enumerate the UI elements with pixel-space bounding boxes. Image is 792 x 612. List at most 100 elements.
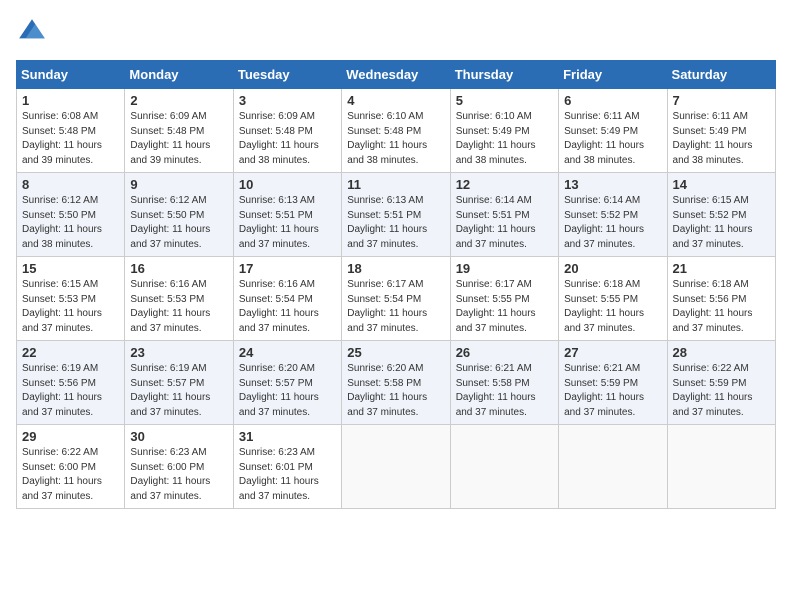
day-info: Sunrise: 6:21 AM Sunset: 5:59 PM Dayligh… [564, 362, 661, 420]
day-info: Sunrise: 6:15 AM Sunset: 5:52 PM Dayligh… [673, 194, 770, 252]
week-row-4: 22 Sunrise: 6:19 AM Sunset: 5:56 PM Dayl… [17, 341, 776, 425]
day-info: Sunrise: 6:17 AM Sunset: 5:54 PM Dayligh… [347, 278, 444, 336]
day-info: Sunrise: 6:10 AM Sunset: 5:49 PM Dayligh… [456, 110, 553, 168]
page-header [16, 16, 776, 48]
day-info: Sunrise: 6:14 AM Sunset: 5:51 PM Dayligh… [456, 194, 553, 252]
calendar-cell: 23 Sunrise: 6:19 AM Sunset: 5:57 PM Dayl… [125, 341, 233, 425]
col-monday: Monday [125, 61, 233, 89]
calendar-cell: 5 Sunrise: 6:10 AM Sunset: 5:49 PM Dayli… [450, 89, 558, 173]
day-number: 2 [130, 93, 227, 108]
week-row-3: 15 Sunrise: 6:15 AM Sunset: 5:53 PM Dayl… [17, 257, 776, 341]
calendar-table: Sunday Monday Tuesday Wednesday Thursday… [16, 60, 776, 509]
calendar-cell: 11 Sunrise: 6:13 AM Sunset: 5:51 PM Dayl… [342, 173, 450, 257]
day-info: Sunrise: 6:21 AM Sunset: 5:58 PM Dayligh… [456, 362, 553, 420]
week-row-1: 1 Sunrise: 6:08 AM Sunset: 5:48 PM Dayli… [17, 89, 776, 173]
day-number: 11 [347, 177, 444, 192]
calendar-cell: 17 Sunrise: 6:16 AM Sunset: 5:54 PM Dayl… [233, 257, 341, 341]
calendar-cell: 8 Sunrise: 6:12 AM Sunset: 5:50 PM Dayli… [17, 173, 125, 257]
day-number: 1 [22, 93, 119, 108]
day-info: Sunrise: 6:15 AM Sunset: 5:53 PM Dayligh… [22, 278, 119, 336]
day-number: 20 [564, 261, 661, 276]
day-number: 12 [456, 177, 553, 192]
calendar-cell: 4 Sunrise: 6:10 AM Sunset: 5:48 PM Dayli… [342, 89, 450, 173]
day-info: Sunrise: 6:13 AM Sunset: 5:51 PM Dayligh… [347, 194, 444, 252]
calendar-cell: 20 Sunrise: 6:18 AM Sunset: 5:55 PM Dayl… [559, 257, 667, 341]
day-number: 17 [239, 261, 336, 276]
calendar-cell: 27 Sunrise: 6:21 AM Sunset: 5:59 PM Dayl… [559, 341, 667, 425]
day-number: 3 [239, 93, 336, 108]
calendar-cell: 15 Sunrise: 6:15 AM Sunset: 5:53 PM Dayl… [17, 257, 125, 341]
header-row: Sunday Monday Tuesday Wednesday Thursday… [17, 61, 776, 89]
day-number: 31 [239, 429, 336, 444]
col-thursday: Thursday [450, 61, 558, 89]
day-number: 30 [130, 429, 227, 444]
calendar-cell: 7 Sunrise: 6:11 AM Sunset: 5:49 PM Dayli… [667, 89, 775, 173]
day-number: 28 [673, 345, 770, 360]
logo-icon [16, 16, 48, 48]
day-number: 25 [347, 345, 444, 360]
day-info: Sunrise: 6:14 AM Sunset: 5:52 PM Dayligh… [564, 194, 661, 252]
calendar-cell: 10 Sunrise: 6:13 AM Sunset: 5:51 PM Dayl… [233, 173, 341, 257]
day-number: 18 [347, 261, 444, 276]
day-info: Sunrise: 6:16 AM Sunset: 5:53 PM Dayligh… [130, 278, 227, 336]
day-number: 26 [456, 345, 553, 360]
day-info: Sunrise: 6:19 AM Sunset: 5:56 PM Dayligh… [22, 362, 119, 420]
day-info: Sunrise: 6:09 AM Sunset: 5:48 PM Dayligh… [239, 110, 336, 168]
day-info: Sunrise: 6:22 AM Sunset: 5:59 PM Dayligh… [673, 362, 770, 420]
calendar-cell: 16 Sunrise: 6:16 AM Sunset: 5:53 PM Dayl… [125, 257, 233, 341]
empty-cell [342, 425, 450, 509]
day-info: Sunrise: 6:18 AM Sunset: 5:56 PM Dayligh… [673, 278, 770, 336]
day-number: 23 [130, 345, 227, 360]
day-number: 10 [239, 177, 336, 192]
day-number: 4 [347, 93, 444, 108]
day-number: 14 [673, 177, 770, 192]
day-number: 19 [456, 261, 553, 276]
calendar-cell: 9 Sunrise: 6:12 AM Sunset: 5:50 PM Dayli… [125, 173, 233, 257]
day-number: 22 [22, 345, 119, 360]
calendar-cell: 26 Sunrise: 6:21 AM Sunset: 5:58 PM Dayl… [450, 341, 558, 425]
day-number: 7 [673, 93, 770, 108]
day-number: 15 [22, 261, 119, 276]
day-info: Sunrise: 6:17 AM Sunset: 5:55 PM Dayligh… [456, 278, 553, 336]
col-tuesday: Tuesday [233, 61, 341, 89]
calendar-cell: 12 Sunrise: 6:14 AM Sunset: 5:51 PM Dayl… [450, 173, 558, 257]
week-row-2: 8 Sunrise: 6:12 AM Sunset: 5:50 PM Dayli… [17, 173, 776, 257]
week-row-5: 29 Sunrise: 6:22 AM Sunset: 6:00 PM Dayl… [17, 425, 776, 509]
day-number: 24 [239, 345, 336, 360]
col-friday: Friday [559, 61, 667, 89]
calendar-cell: 18 Sunrise: 6:17 AM Sunset: 5:54 PM Dayl… [342, 257, 450, 341]
day-info: Sunrise: 6:12 AM Sunset: 5:50 PM Dayligh… [22, 194, 119, 252]
calendar-cell: 13 Sunrise: 6:14 AM Sunset: 5:52 PM Dayl… [559, 173, 667, 257]
day-info: Sunrise: 6:11 AM Sunset: 5:49 PM Dayligh… [564, 110, 661, 168]
day-number: 29 [22, 429, 119, 444]
day-number: 8 [22, 177, 119, 192]
calendar-cell: 30 Sunrise: 6:23 AM Sunset: 6:00 PM Dayl… [125, 425, 233, 509]
day-info: Sunrise: 6:08 AM Sunset: 5:48 PM Dayligh… [22, 110, 119, 168]
calendar-cell: 1 Sunrise: 6:08 AM Sunset: 5:48 PM Dayli… [17, 89, 125, 173]
day-info: Sunrise: 6:16 AM Sunset: 5:54 PM Dayligh… [239, 278, 336, 336]
empty-cell [667, 425, 775, 509]
empty-cell [450, 425, 558, 509]
calendar-cell: 29 Sunrise: 6:22 AM Sunset: 6:00 PM Dayl… [17, 425, 125, 509]
day-info: Sunrise: 6:23 AM Sunset: 6:00 PM Dayligh… [130, 446, 227, 504]
day-info: Sunrise: 6:22 AM Sunset: 6:00 PM Dayligh… [22, 446, 119, 504]
day-number: 21 [673, 261, 770, 276]
day-info: Sunrise: 6:20 AM Sunset: 5:57 PM Dayligh… [239, 362, 336, 420]
calendar-cell: 22 Sunrise: 6:19 AM Sunset: 5:56 PM Dayl… [17, 341, 125, 425]
day-info: Sunrise: 6:19 AM Sunset: 5:57 PM Dayligh… [130, 362, 227, 420]
calendar-cell: 21 Sunrise: 6:18 AM Sunset: 5:56 PM Dayl… [667, 257, 775, 341]
day-info: Sunrise: 6:09 AM Sunset: 5:48 PM Dayligh… [130, 110, 227, 168]
calendar-cell: 14 Sunrise: 6:15 AM Sunset: 5:52 PM Dayl… [667, 173, 775, 257]
day-number: 9 [130, 177, 227, 192]
day-info: Sunrise: 6:20 AM Sunset: 5:58 PM Dayligh… [347, 362, 444, 420]
calendar-cell: 6 Sunrise: 6:11 AM Sunset: 5:49 PM Dayli… [559, 89, 667, 173]
day-number: 16 [130, 261, 227, 276]
day-info: Sunrise: 6:23 AM Sunset: 6:01 PM Dayligh… [239, 446, 336, 504]
calendar-cell: 3 Sunrise: 6:09 AM Sunset: 5:48 PM Dayli… [233, 89, 341, 173]
calendar-cell: 25 Sunrise: 6:20 AM Sunset: 5:58 PM Dayl… [342, 341, 450, 425]
day-number: 27 [564, 345, 661, 360]
calendar-cell: 19 Sunrise: 6:17 AM Sunset: 5:55 PM Dayl… [450, 257, 558, 341]
day-info: Sunrise: 6:18 AM Sunset: 5:55 PM Dayligh… [564, 278, 661, 336]
col-wednesday: Wednesday [342, 61, 450, 89]
empty-cell [559, 425, 667, 509]
